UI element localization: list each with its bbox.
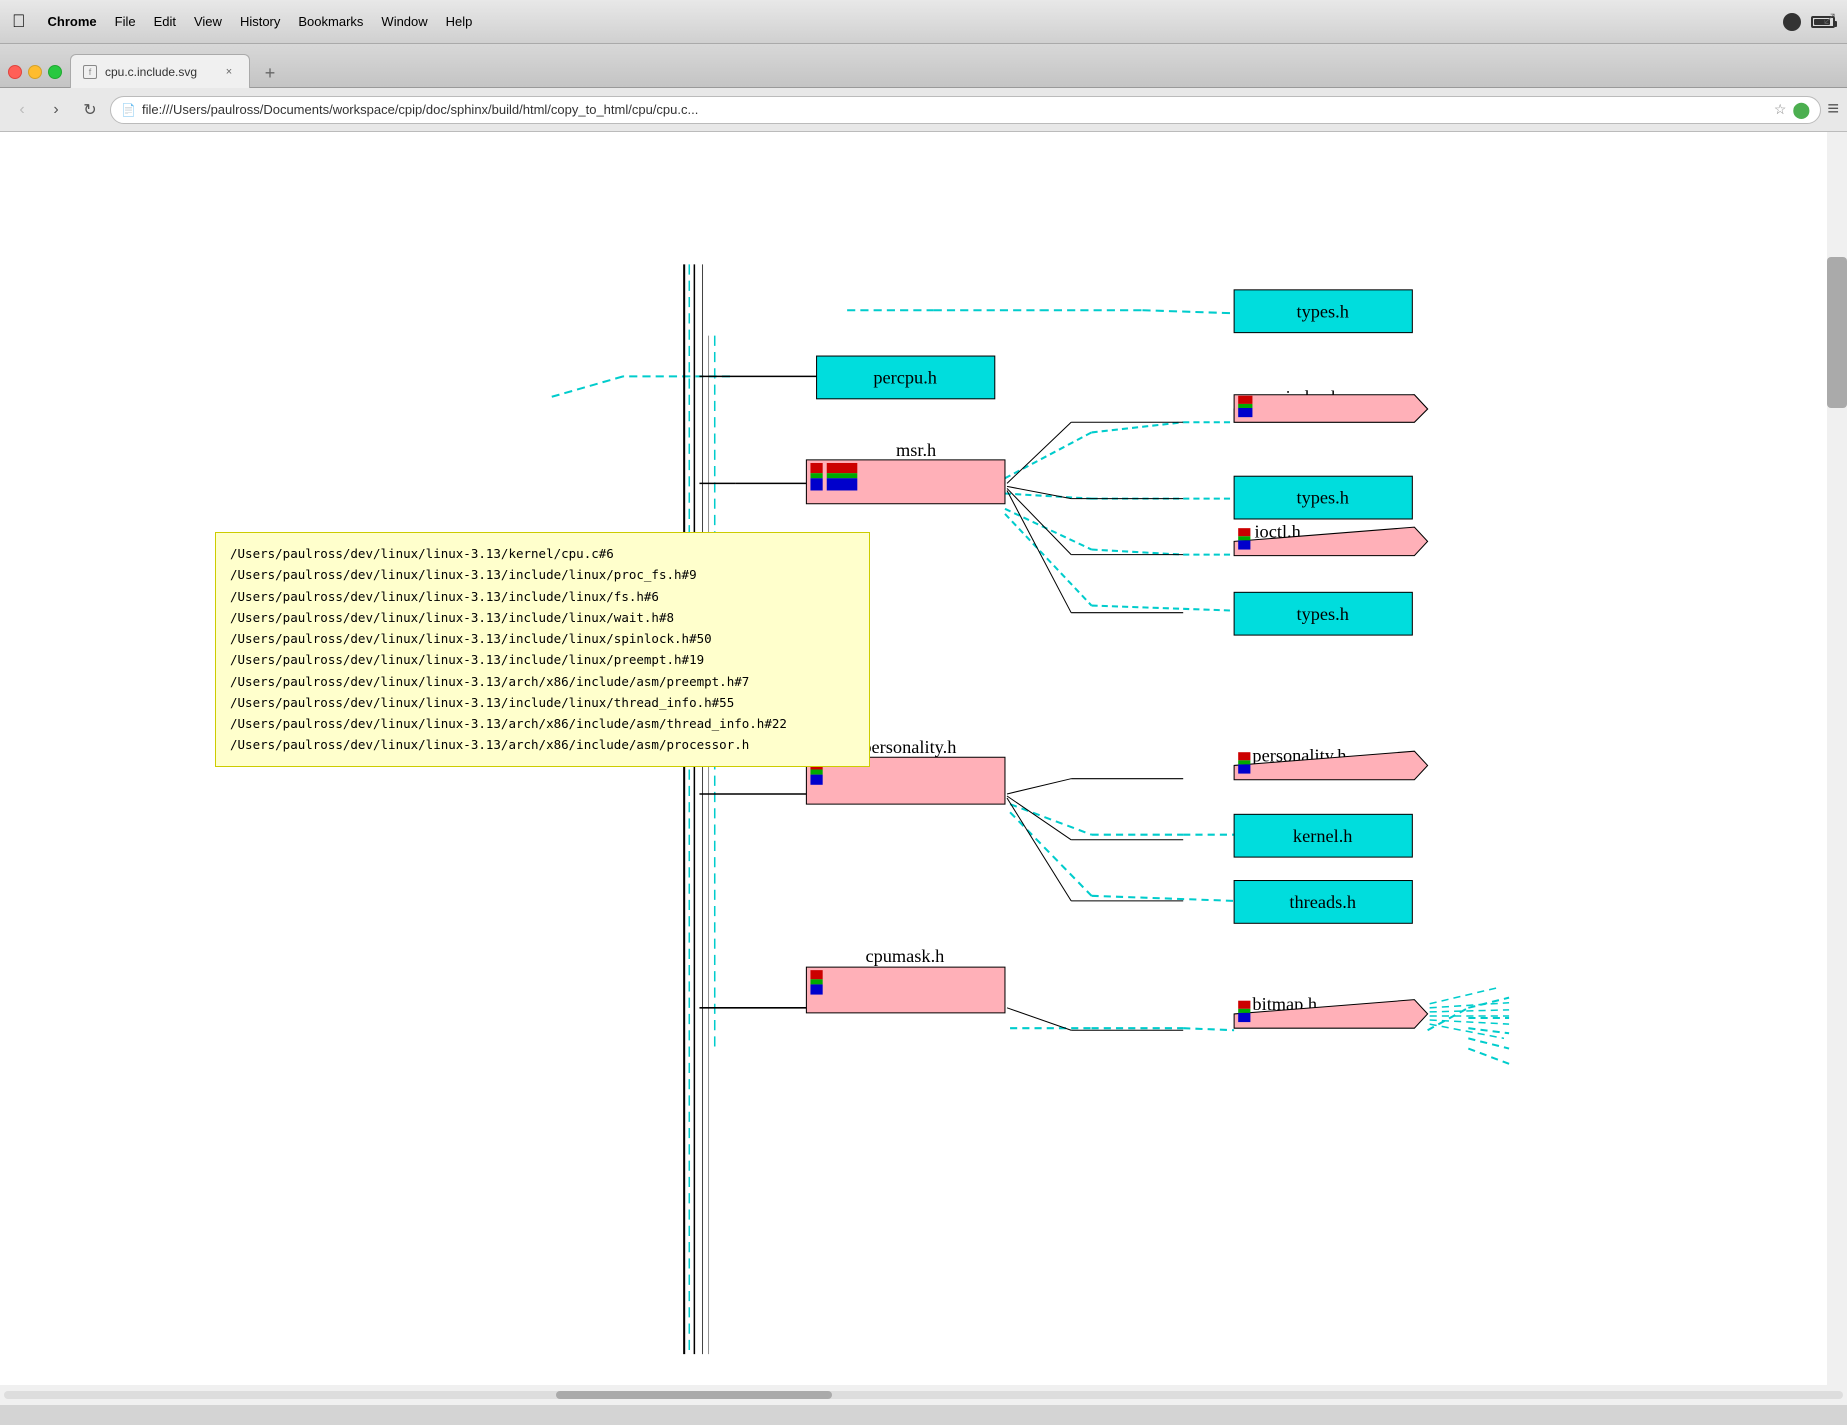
- svg-text:types.h: types.h: [1296, 488, 1348, 508]
- vertical-scrollbar-thumb[interactable]: [1827, 257, 1847, 407]
- horizontal-scrollbar-thumb[interactable]: [556, 1391, 832, 1399]
- svg-text:cpumask.h: cpumask.h: [865, 946, 944, 966]
- tooltip-line: /Users/paulross/dev/linux/linux-3.13/ker…: [230, 543, 855, 564]
- toolbar: ‹ › ↻ 📄 file:///Users/paulross/Documents…: [0, 88, 1847, 132]
- svg-text:personality.h: personality.h: [862, 737, 956, 757]
- menubar-file[interactable]: File: [115, 14, 136, 29]
- menubar-bookmarks[interactable]: Bookmarks: [298, 14, 363, 29]
- tooltip-line: /Users/paulross/dev/linux/linux-3.13/inc…: [230, 564, 855, 585]
- minimize-window-button[interactable]: [28, 65, 42, 79]
- tab-favicon: f: [83, 65, 97, 79]
- tab-title: cpu.c.include.svg: [105, 65, 213, 79]
- tooltip-line: /Users/paulross/dev/linux/linux-3.13/inc…: [230, 649, 855, 670]
- apple-menu-icon[interactable]: : [12, 11, 26, 32]
- horizontal-scrollbar[interactable]: [0, 1385, 1847, 1405]
- svg-text:threads.h: threads.h: [1289, 892, 1356, 912]
- cast-icon[interactable]: ⬤: [1792, 100, 1810, 120]
- address-bar[interactable]: 📄 file:///Users/paulross/Documents/works…: [110, 96, 1821, 124]
- tabbar: f cpu.c.include.svg × + ⤢: [0, 44, 1847, 88]
- svg-text:msr.h: msr.h: [896, 440, 936, 460]
- tab-close-button[interactable]: ×: [221, 64, 237, 80]
- tooltip-line: /Users/paulross/dev/linux/linux-3.13/inc…: [230, 628, 855, 649]
- tooltip-box: /Users/paulross/dev/linux/linux-3.13/ker…: [215, 532, 870, 767]
- menubar-view[interactable]: View: [194, 14, 222, 29]
- main-content: types.h percpu.h msr-index.h msr.h types…: [0, 132, 1847, 1405]
- menubar-edit[interactable]: Edit: [154, 14, 176, 29]
- include-diagram: types.h percpu.h msr-index.h msr.h types…: [0, 132, 1847, 1405]
- menubar:  Chrome File Edit View History Bookmark…: [0, 0, 1847, 44]
- tooltip-line: /Users/paulross/dev/linux/linux-3.13/arc…: [230, 671, 855, 692]
- tooltip-line: /Users/paulross/dev/linux/linux-3.13/inc…: [230, 586, 855, 607]
- new-tab-button[interactable]: +: [256, 59, 284, 87]
- tooltip-line: /Users/paulross/dev/linux/linux-3.13/arc…: [230, 713, 855, 734]
- menubar-chrome[interactable]: Chrome: [48, 14, 97, 29]
- svg-text:percpu.h: percpu.h: [873, 368, 937, 388]
- menubar-help[interactable]: Help: [446, 14, 473, 29]
- reload-button[interactable]: ↻: [76, 96, 104, 124]
- maximize-window-button[interactable]: [48, 65, 62, 79]
- window-controls: [8, 65, 62, 87]
- bookmark-star-icon[interactable]: ☆: [1774, 101, 1787, 118]
- svg-text:types.h: types.h: [1296, 301, 1348, 321]
- tooltip-line: /Users/paulross/dev/linux/linux-3.13/arc…: [230, 734, 855, 755]
- close-window-button[interactable]: [8, 65, 22, 79]
- tooltip-line: /Users/paulross/dev/linux/linux-3.13/inc…: [230, 692, 855, 713]
- back-button[interactable]: ‹: [8, 96, 36, 124]
- address-file-icon: 📄: [121, 103, 136, 117]
- vertical-scrollbar[interactable]: [1827, 132, 1847, 1385]
- horizontal-scrollbar-track[interactable]: [4, 1391, 1843, 1399]
- menubar-window[interactable]: Window: [381, 14, 427, 29]
- active-tab[interactable]: f cpu.c.include.svg ×: [70, 54, 250, 88]
- wifi-icon: [1783, 13, 1801, 31]
- chrome-menu-button[interactable]: ≡: [1827, 98, 1839, 121]
- menubar-history[interactable]: History: [240, 14, 280, 29]
- svg-text:kernel.h: kernel.h: [1293, 826, 1353, 846]
- tooltip-line: /Users/paulross/dev/linux/linux-3.13/inc…: [230, 607, 855, 628]
- forward-button[interactable]: ›: [42, 96, 70, 124]
- svg-text:types.h: types.h: [1296, 604, 1348, 624]
- expand-icon[interactable]: ⤢: [1824, 10, 1835, 27]
- address-text[interactable]: file:///Users/paulross/Documents/workspa…: [142, 102, 1768, 117]
